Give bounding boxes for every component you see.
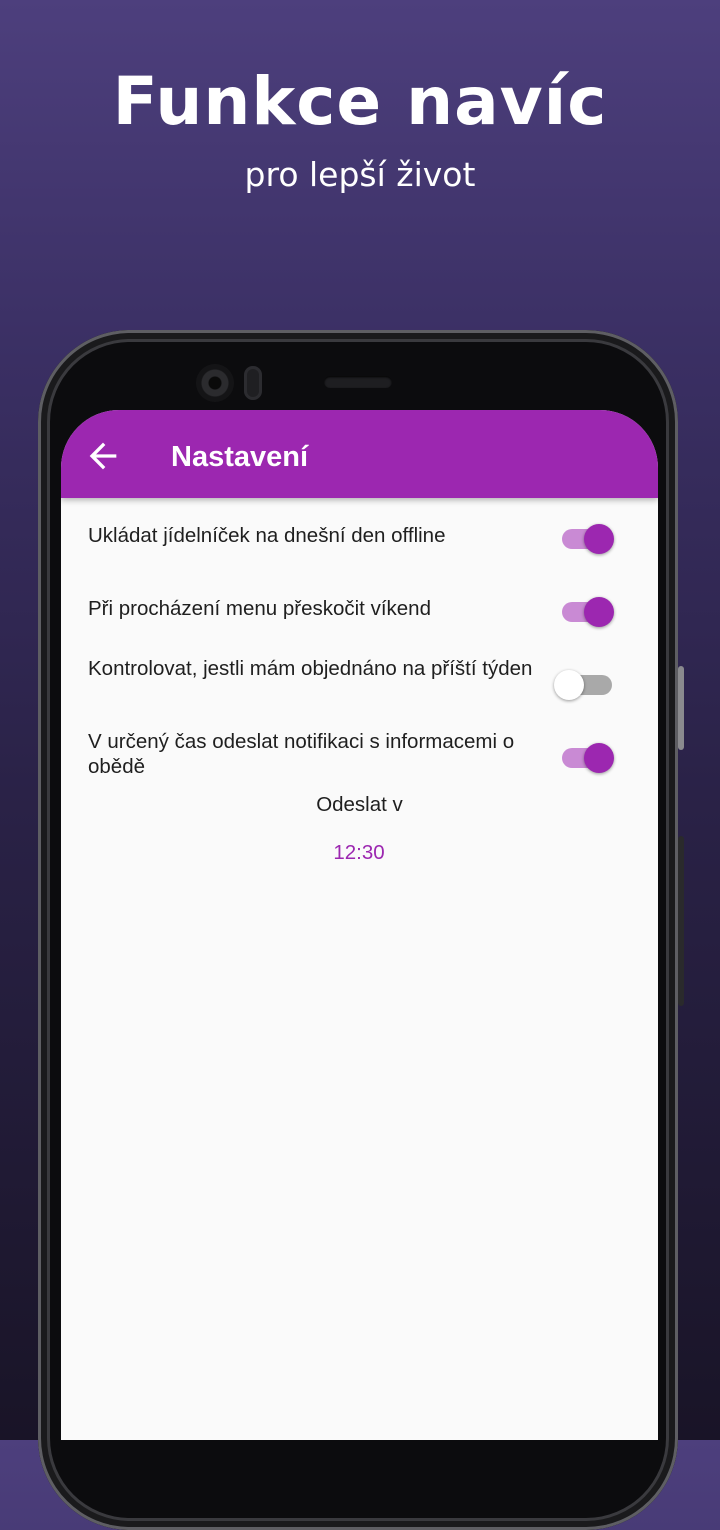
setting-label: Ukládat jídelníček na dnešní den offline [88, 524, 446, 547]
earpiece-speaker [324, 376, 392, 388]
switch-thumb [584, 524, 614, 554]
offline-menu-switch[interactable] [558, 516, 618, 556]
switch-thumb [584, 597, 614, 627]
send-time-button[interactable]: 12:30 [309, 840, 409, 865]
volume-button [678, 836, 684, 1006]
front-camera-icon [196, 364, 234, 402]
check-next-week-switch[interactable] [554, 662, 618, 702]
promo-subtitle: pro lepší život [244, 155, 476, 194]
power-button [678, 666, 684, 750]
setting-label: V určený čas odeslat notifikaci s inform… [88, 730, 515, 778]
promo-title: Funkce navíc [112, 63, 608, 140]
setting-label: Při procházení menu přeskočit víkend [88, 597, 431, 620]
send-at-label: Odeslat v [316, 793, 403, 816]
skip-weekend-switch[interactable] [558, 589, 618, 629]
page-title: Nastavení [171, 441, 309, 473]
switch-thumb [584, 743, 614, 773]
switch-thumb [554, 670, 584, 700]
app-screen: Nastavení Ukládat jídelníček na dnešní d… [61, 410, 658, 1440]
back-button[interactable] [83, 436, 123, 476]
app-bar: Nastavení [61, 410, 658, 498]
arrow-left-icon [89, 442, 117, 470]
sensor-icon [244, 366, 262, 400]
setting-label: Kontrolovat, jestli mám objednáno na pří… [88, 657, 533, 680]
lunch-notification-switch[interactable] [558, 735, 618, 775]
